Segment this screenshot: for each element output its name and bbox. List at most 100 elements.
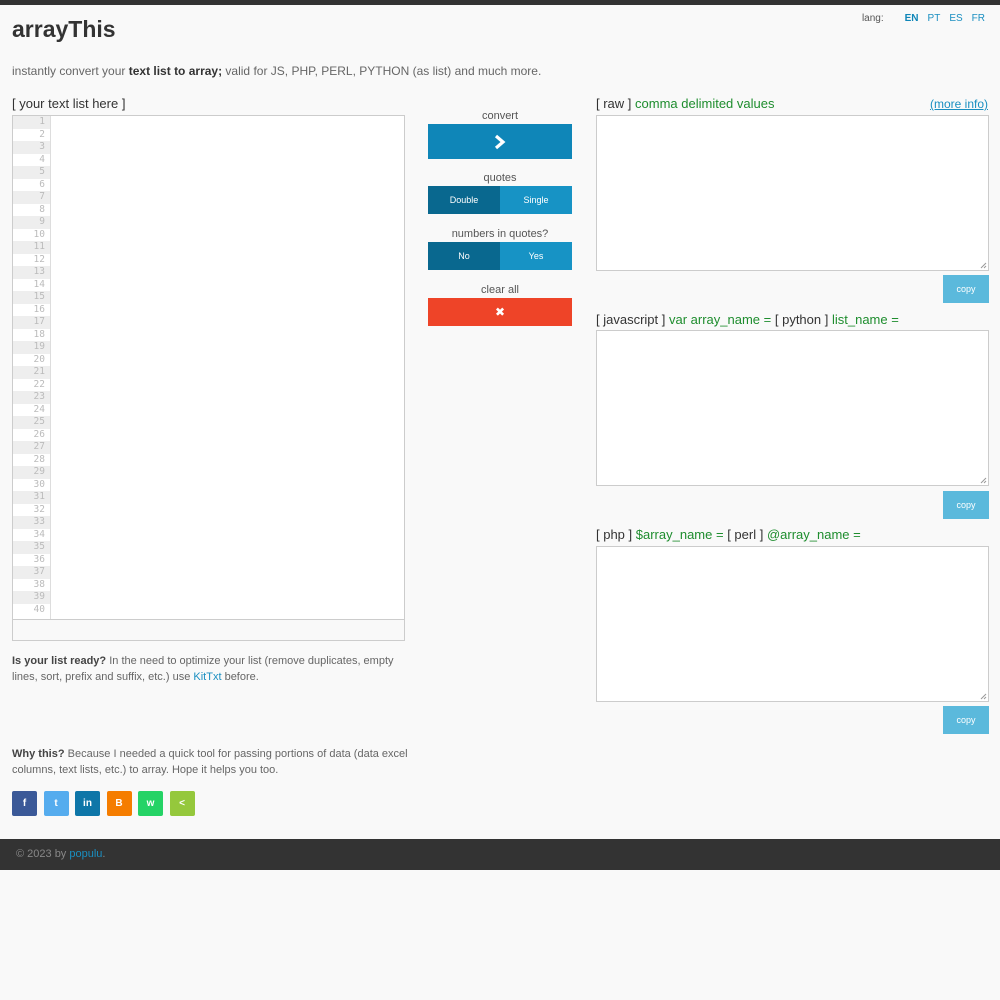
line-number: 9 <box>13 216 50 229</box>
line-number: 36 <box>33 553 45 565</box>
line-number: 3 <box>13 141 50 154</box>
linkedin-share-button[interactable]: in <box>75 791 100 816</box>
quotes-double-option[interactable]: Double <box>428 186 500 214</box>
list-ready-note: Is your list ready? In the need to optim… <box>12 655 394 683</box>
footer: © 2023 by populu. <box>0 839 1000 870</box>
line-number: 26 <box>33 428 45 440</box>
line-number: 20 <box>33 353 45 365</box>
line-number: 4 <box>39 153 45 165</box>
line-number: 16 <box>33 303 45 315</box>
raw-output-label: [ raw ] comma delimited values <box>596 96 775 111</box>
line-number: 8 <box>39 203 45 215</box>
line-number: 17 <box>13 316 50 329</box>
copy-raw-button[interactable]: copy <box>943 275 989 303</box>
close-icon: ✖ <box>494 305 506 319</box>
quotes-toggle: Double Single <box>428 186 572 214</box>
line-number: 31 <box>13 491 50 504</box>
line-number: 18 <box>33 328 45 340</box>
line-number: 10 <box>33 228 45 240</box>
line-number: 5 <box>13 166 50 179</box>
line-number: 34 <box>33 528 45 540</box>
numbers-in-quotes-toggle: No Yes <box>428 242 572 270</box>
why-this-note: Why this? Because I needed a quick tool … <box>12 748 408 776</box>
quotes-label: quotes <box>483 172 517 184</box>
line-number: 27 <box>13 441 50 454</box>
line-number: 40 <box>33 603 45 615</box>
raw-output-textarea[interactable] <box>596 115 989 271</box>
resize-grip-icon[interactable] <box>980 477 987 484</box>
convert-button[interactable] <box>428 124 572 159</box>
copy-js-button[interactable]: copy <box>943 491 989 519</box>
lang-label: lang: <box>861 13 884 24</box>
controls-panel: convert quotes Double Single numbers in … <box>428 110 572 326</box>
kittxt-link[interactable]: KitTxt <box>193 671 221 683</box>
language-selector: lang: EN PT ES FR <box>862 13 985 24</box>
line-number: 28 <box>33 453 45 465</box>
lang-pt-link[interactable]: PT <box>928 13 941 24</box>
twitter-share-button[interactable]: t <box>43 791 69 816</box>
convert-label: convert <box>481 110 519 122</box>
line-number: 6 <box>39 178 45 190</box>
tagline-highlight: text list to array; <box>128 64 223 78</box>
line-number: 25 <box>13 416 50 429</box>
chevron-right-icon <box>494 134 506 149</box>
more-info-link[interactable]: (more info) <box>930 97 988 111</box>
resize-grip-icon[interactable] <box>980 693 987 700</box>
js-output-textarea[interactable] <box>596 330 989 486</box>
line-number: 21 <box>13 366 50 379</box>
generic-share-button[interactable]: < <box>169 791 195 816</box>
resize-grip-icon[interactable] <box>980 262 987 269</box>
line-number: 13 <box>13 266 50 279</box>
line-number: 2 <box>39 128 45 140</box>
php-output-textarea[interactable] <box>596 546 989 702</box>
quotes-single-option[interactable]: Single <box>500 186 572 214</box>
numbers-in-quotes-label: numbers in quotes? <box>451 228 549 240</box>
social-share-bar: f t in B w < <box>12 791 201 816</box>
twitter-icon: t <box>54 798 58 809</box>
editor-status-bar <box>12 620 405 641</box>
line-number: 15 <box>13 291 50 304</box>
facebook-icon: f <box>22 798 27 809</box>
line-number: 37 <box>13 566 50 579</box>
line-number: 35 <box>13 541 50 554</box>
line-number: 39 <box>13 591 50 604</box>
facebook-share-button[interactable]: f <box>12 791 37 816</box>
numbers-no-option[interactable]: No <box>428 242 500 270</box>
line-number: 12 <box>33 253 45 265</box>
blogger-share-button[interactable]: B <box>106 791 132 816</box>
input-label: [ your text list here ] <box>12 96 126 111</box>
clear-all-label: clear all <box>481 284 519 296</box>
text-list-editor[interactable]: 1 2 3 4 5 6 7 8 9 10 11 12 13 14 15 16 17 18 19 20 21 22 23 24 2… <box>12 115 405 620</box>
line-number: 33 <box>13 516 50 529</box>
top-bar <box>0 0 1000 5</box>
linkedin-icon: in <box>83 798 92 809</box>
line-number: 24 <box>33 403 45 415</box>
whatsapp-share-button[interactable]: w <box>138 791 163 816</box>
whatsapp-icon: w <box>146 798 155 809</box>
line-number: 19 <box>13 341 50 354</box>
line-number: 29 <box>13 466 50 479</box>
copyright-text: © 2023 by populu. <box>16 848 106 860</box>
line-number: 14 <box>33 278 45 290</box>
copy-php-button[interactable]: copy <box>943 706 989 734</box>
line-number: 7 <box>13 191 50 204</box>
line-number: 23 <box>13 391 50 404</box>
line-number: 11 <box>13 241 50 254</box>
line-number: 32 <box>33 503 45 515</box>
php-output-label: [ php ] $array_name = [ perl ] @array_na… <box>596 527 861 542</box>
tagline: instantly convert your text list to arra… <box>12 64 542 78</box>
author-link[interactable]: populu <box>69 848 102 860</box>
numbers-yes-option[interactable]: Yes <box>500 242 572 270</box>
line-number: 30 <box>33 478 45 490</box>
blogger-icon: B <box>115 798 123 809</box>
lang-fr-link[interactable]: FR <box>972 13 985 24</box>
clear-all-button[interactable]: ✖ <box>428 298 572 326</box>
share-icon: < <box>179 798 185 809</box>
line-number: 1 <box>13 116 50 129</box>
lang-en-link[interactable]: EN <box>905 13 919 24</box>
line-number: 22 <box>33 378 45 390</box>
line-number: 38 <box>33 578 45 590</box>
lang-es-link[interactable]: ES <box>949 13 962 24</box>
app-title: arrayThis <box>12 16 116 42</box>
js-output-label: [ javascript ] var array_name = [ python… <box>596 312 899 327</box>
